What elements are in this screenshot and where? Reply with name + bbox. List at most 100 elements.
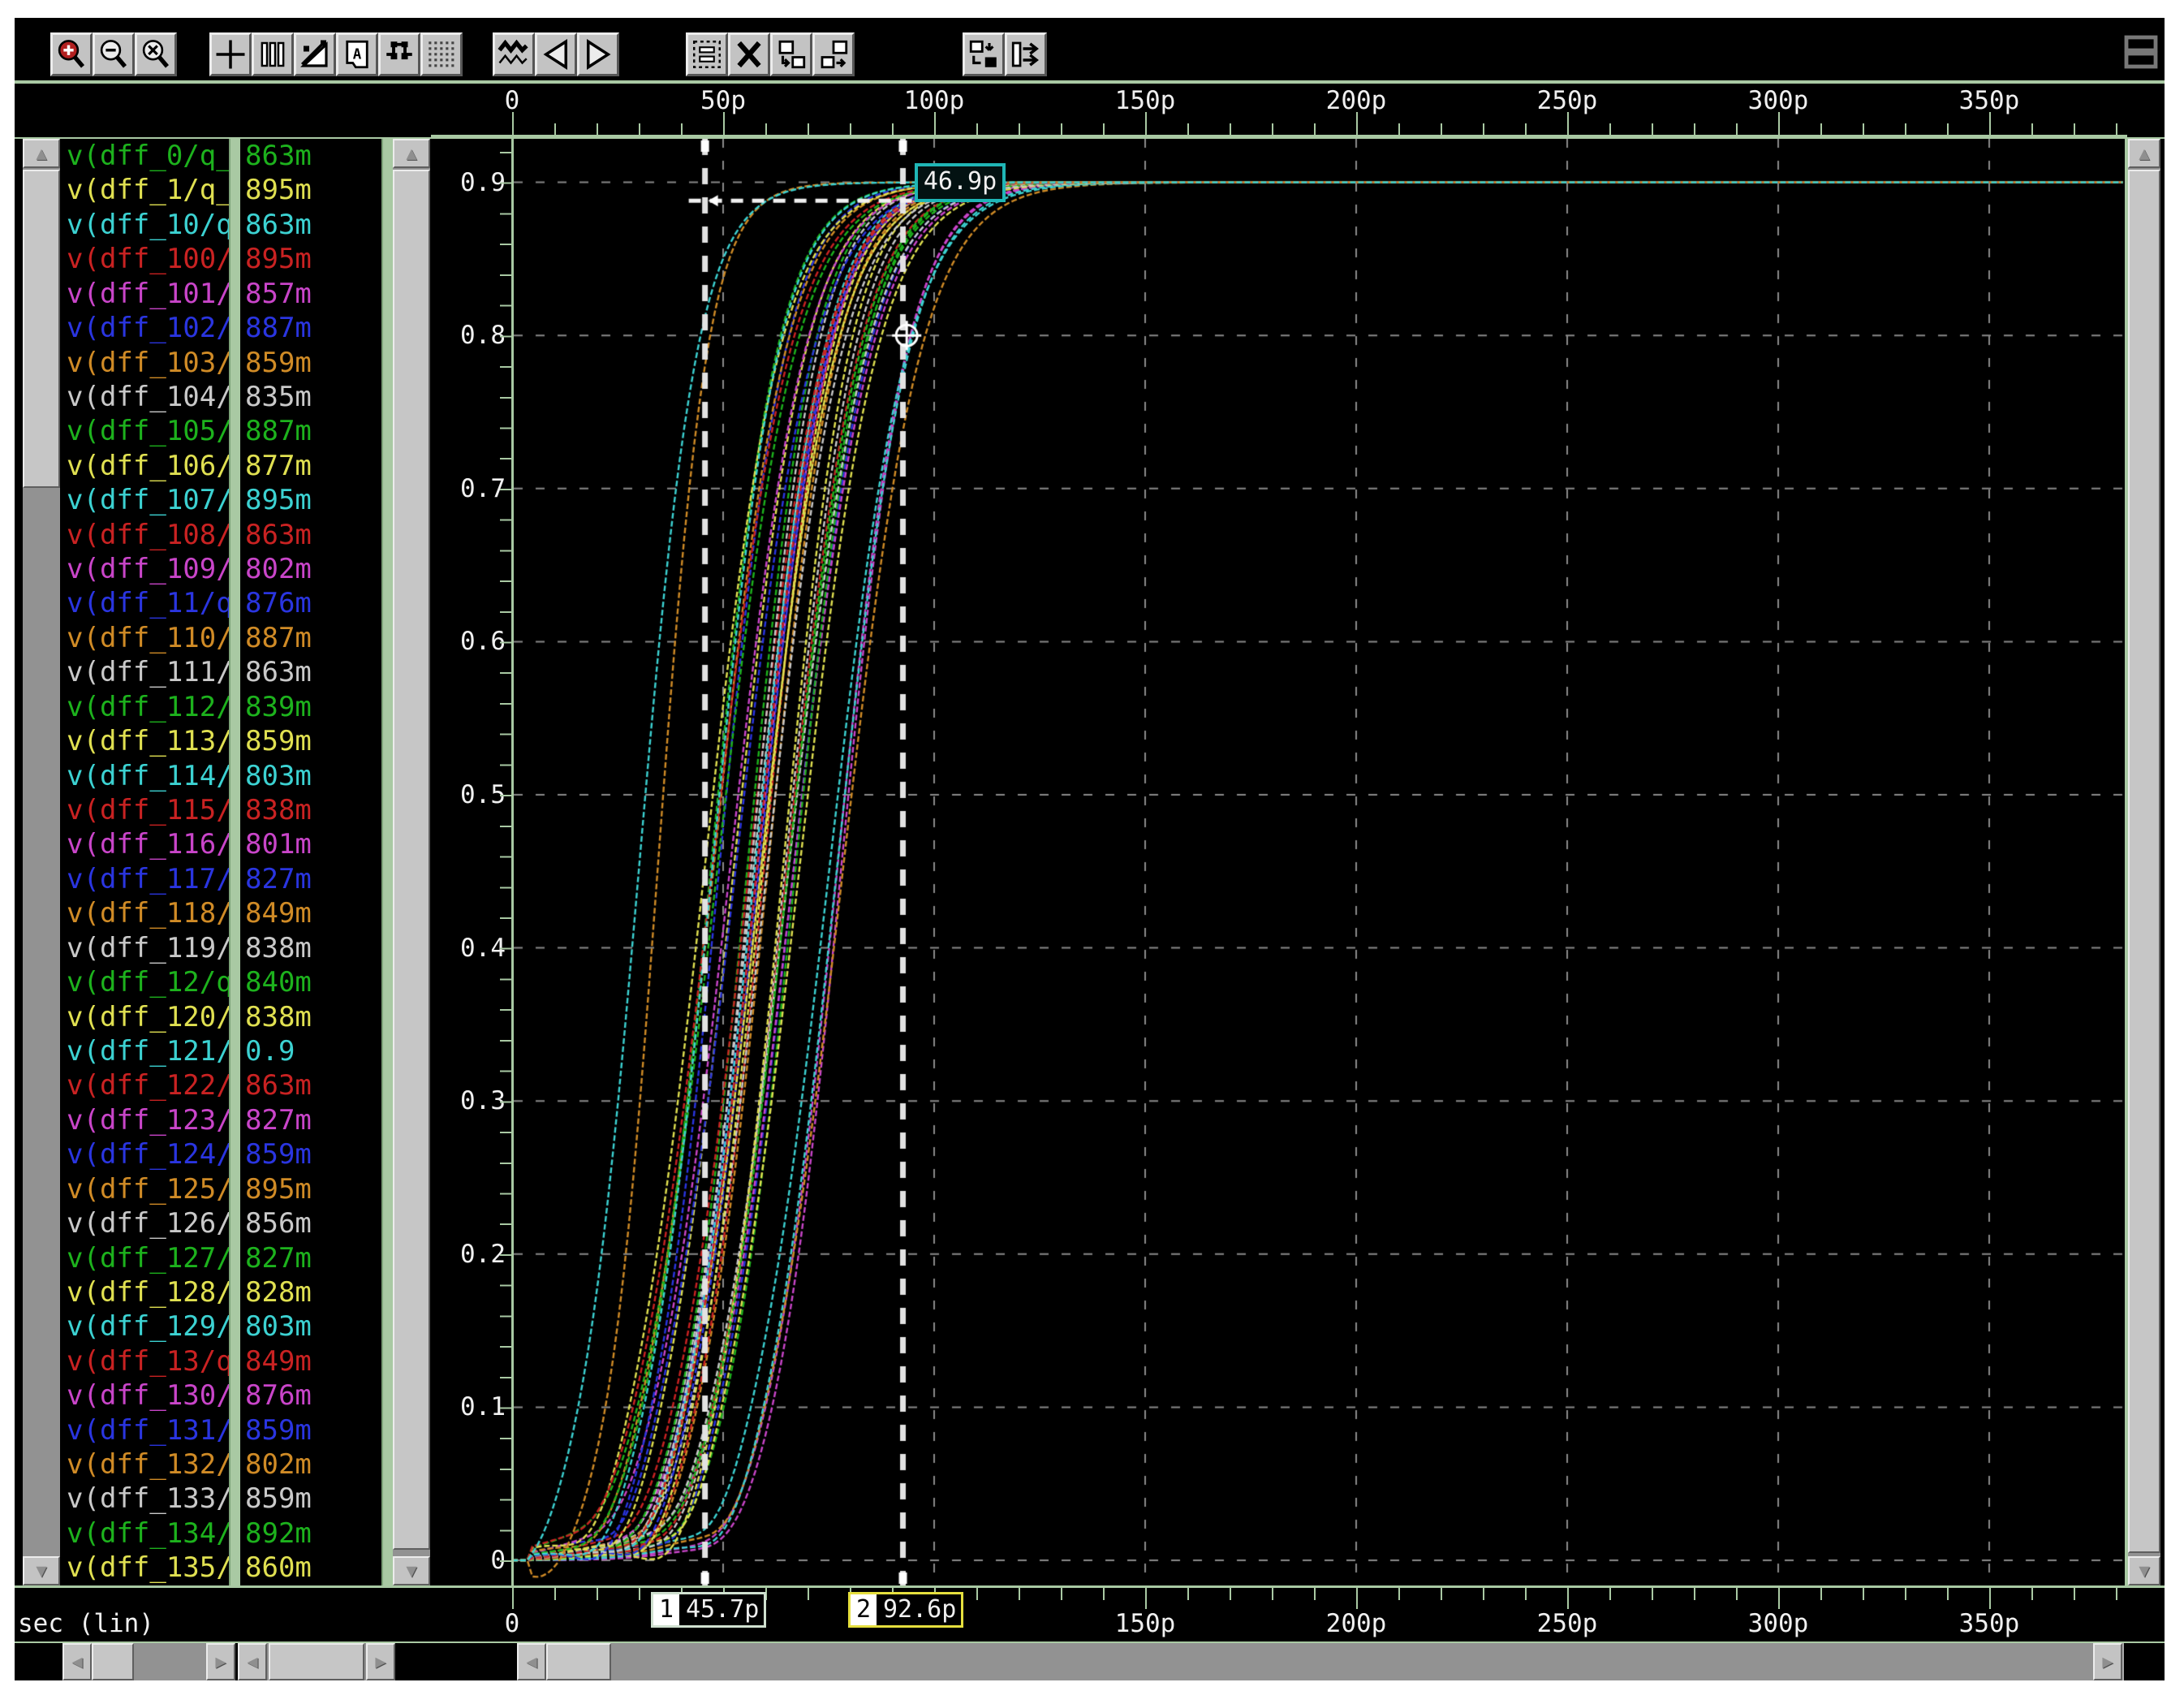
name-value-divider[interactable] <box>229 139 240 1585</box>
signal-name[interactable]: v(dff_135/ <box>67 1551 229 1585</box>
signal-value-vscroll[interactable]: ▲▼ <box>393 139 430 1585</box>
signal-name[interactable]: v(dff_133/ <box>67 1482 229 1516</box>
select-box-button[interactable] <box>686 32 728 76</box>
zoom-in-button[interactable] <box>50 32 93 76</box>
signal-name[interactable]: v(dff_127/ <box>67 1241 229 1275</box>
scroll-up-button[interactable]: ▲ <box>23 139 60 168</box>
delta-measurement-box[interactable]: 46.9p <box>915 163 1006 202</box>
signal-name[interactable]: v(dff_109/ <box>67 552 229 586</box>
scroll-thumb[interactable] <box>2128 170 2160 1553</box>
waveform-button[interactable] <box>493 32 535 76</box>
scroll-down-button[interactable]: ▼ <box>23 1556 60 1585</box>
top-axis-tick-label: 50p <box>700 86 746 115</box>
signal-name[interactable]: v(dff_13/q <box>67 1344 229 1378</box>
waveform-canvas[interactable] <box>514 139 2125 1585</box>
cursor2-readout[interactable]: 2 92.6p <box>848 1592 963 1628</box>
signal-name[interactable]: v(dff_113/ <box>67 724 229 758</box>
crosshair-button[interactable] <box>209 32 252 76</box>
expand-right-button[interactable] <box>1005 32 1047 76</box>
signal-name[interactable]: v(dff_121/ <box>67 1034 229 1068</box>
signal-name[interactable]: v(dff_100/ <box>67 242 229 276</box>
scroll-right-button[interactable]: ▶ <box>366 1643 395 1680</box>
slope-scale-button[interactable] <box>294 32 336 76</box>
signal-name[interactable]: v(dff_107/ <box>67 483 229 517</box>
signal-name[interactable]: v(dff_112/ <box>67 690 229 724</box>
scroll-thumb[interactable] <box>23 170 60 488</box>
signal-list-hscroll[interactable]: ◀▶ <box>62 1643 235 1680</box>
signal-name[interactable]: v(dff_102/ <box>67 311 229 345</box>
signal-name[interactable]: v(dff_122/ <box>67 1068 229 1102</box>
prev-pane-button[interactable] <box>535 32 577 76</box>
delete-x-button[interactable] <box>728 32 770 76</box>
scroll-thumb[interactable] <box>393 170 430 1550</box>
signal-name[interactable]: v(dff_116/ <box>67 827 229 861</box>
signal-name[interactable]: v(dff_1/q_ <box>67 173 229 207</box>
signal-name[interactable]: v(dff_130/ <box>67 1378 229 1413</box>
columns-button[interactable] <box>252 32 294 76</box>
zoom-off-icon <box>139 37 173 71</box>
signal-name[interactable]: v(dff_118/ <box>67 896 229 930</box>
cursor1-value: 45.7p <box>679 1594 764 1625</box>
signal-value-hscroll[interactable]: ◀▶ <box>238 1643 395 1680</box>
y-axis-tick-label: 0.3 <box>431 1084 506 1118</box>
copy-up-button[interactable] <box>812 32 855 76</box>
signal-name[interactable]: v(dff_132/ <box>67 1447 229 1482</box>
label-a-button[interactable]: A <box>336 32 378 76</box>
y-axis-tick-label: 0.9 <box>431 166 506 200</box>
scroll-left-button[interactable]: ◀ <box>62 1643 92 1680</box>
signal-name[interactable]: v(dff_111/ <box>67 655 229 689</box>
scroll-right-button[interactable]: ▶ <box>2093 1643 2122 1680</box>
signal-name[interactable]: v(dff_131/ <box>67 1413 229 1447</box>
signal-name[interactable]: v(dff_134/ <box>67 1516 229 1551</box>
plot-vscroll[interactable]: ▲▼ <box>2128 139 2160 1585</box>
signal-value: 895m <box>240 1172 381 1206</box>
scroll-right-button[interactable]: ▶ <box>206 1643 235 1680</box>
scroll-up-button[interactable]: ▲ <box>393 139 430 168</box>
signal-name[interactable]: v(dff_128/ <box>67 1275 229 1309</box>
signal-name[interactable]: v(dff_105/ <box>67 414 229 448</box>
signal-name[interactable]: v(dff_101/ <box>67 277 229 311</box>
zoom-off-button[interactable] <box>135 32 177 76</box>
scroll-down-button[interactable]: ▼ <box>393 1556 430 1585</box>
signal-name[interactable]: v(dff_129/ <box>67 1309 229 1344</box>
signal-name[interactable]: v(dff_119/ <box>67 931 229 965</box>
scroll-down-button[interactable]: ▼ <box>2128 1556 2160 1585</box>
scroll-left-button[interactable]: ◀ <box>238 1643 267 1680</box>
scroll-left-button[interactable]: ◀ <box>517 1643 546 1680</box>
swap-panels-button[interactable] <box>963 32 1005 76</box>
scroll-thumb[interactable] <box>546 1643 611 1680</box>
signal-name[interactable]: v(dff_108/ <box>67 518 229 552</box>
signal-name[interactable]: v(dff_126/ <box>67 1206 229 1240</box>
scroll-thumb[interactable] <box>269 1643 364 1680</box>
window-stack-icon[interactable] <box>2120 31 2162 73</box>
signal-name[interactable]: v(dff_114/ <box>67 759 229 793</box>
signal-name[interactable]: v(dff_117/ <box>67 862 229 896</box>
signal-name[interactable]: v(dff_12/q <box>67 965 229 999</box>
x-axis-unit-label: sec (lin) <box>18 1609 154 1638</box>
signal-name[interactable]: v(dff_123/ <box>67 1103 229 1137</box>
signal-name[interactable]: v(dff_106/ <box>67 449 229 483</box>
signal-name[interactable]: v(dff_103/ <box>67 346 229 380</box>
grid-dots-button[interactable] <box>420 32 463 76</box>
signal-value: 803m <box>240 759 381 793</box>
signal-name[interactable]: v(dff_110/ <box>67 621 229 655</box>
zoom-out-button[interactable] <box>93 32 135 76</box>
signal-name[interactable]: v(dff_125/ <box>67 1172 229 1206</box>
next-pane-button[interactable] <box>577 32 619 76</box>
signal-value: 859m <box>240 1137 381 1171</box>
signal-list-vscroll[interactable]: ▲▼ <box>23 139 60 1585</box>
signal-name[interactable]: v(dff_120/ <box>67 1000 229 1034</box>
signal-name[interactable]: v(dff_0/q_ <box>67 139 229 173</box>
signal-value: 838m <box>240 1000 381 1034</box>
signal-name[interactable]: v(dff_124/ <box>67 1137 229 1171</box>
signal-name[interactable]: v(dff_10/q <box>67 208 229 242</box>
pulse-measure-button[interactable] <box>378 32 420 76</box>
signal-name[interactable]: v(dff_115/ <box>67 793 229 827</box>
scroll-thumb[interactable] <box>92 1643 134 1680</box>
cursor1-readout[interactable]: 1 45.7p <box>651 1592 766 1628</box>
signal-name[interactable]: v(dff_11/q <box>67 586 229 620</box>
signal-name[interactable]: v(dff_104/ <box>67 380 229 414</box>
scroll-up-button[interactable]: ▲ <box>2128 139 2160 168</box>
copy-down-button[interactable] <box>770 32 812 76</box>
plot-hscroll[interactable]: ◀▶ <box>517 1643 2122 1680</box>
